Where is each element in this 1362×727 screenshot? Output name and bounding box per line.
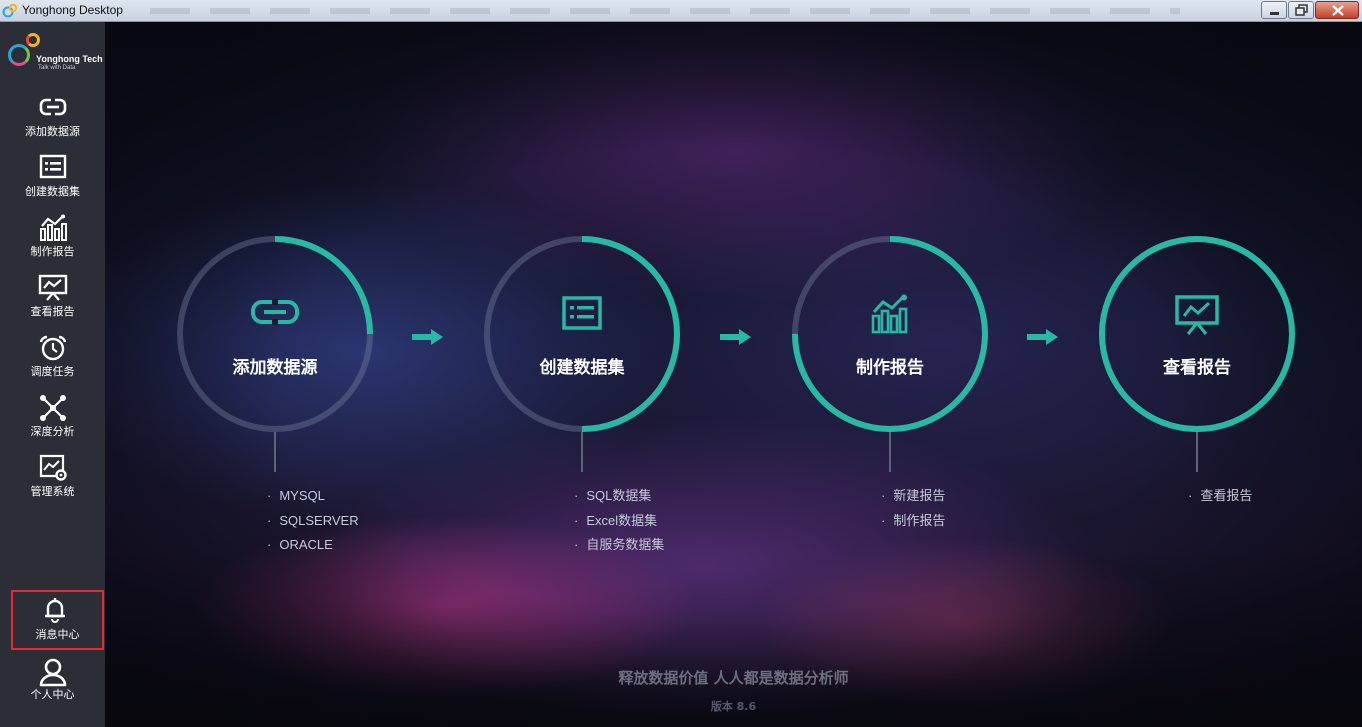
step-connector <box>889 432 891 472</box>
minimize-icon <box>1270 12 1279 15</box>
workflow-step-create-dataset[interactable]: 创建数据集 <box>482 234 682 434</box>
step-connector <box>274 432 276 472</box>
sidebar-item-label: 制作报告 <box>30 245 75 258</box>
sidebar-item-make-report[interactable]: 制作报告 <box>0 212 105 270</box>
sidebar-item-system-admin[interactable]: 管理系统 <box>0 452 105 510</box>
step-title: 创建数据集 <box>539 358 625 378</box>
welcome-stage: 添加数据源 MYSQL SQLSERVER ORACLE 创建数据集 SQL数据… <box>105 22 1362 727</box>
sidebar-item-label: 管理系统 <box>30 485 75 498</box>
sidebar-item-schedule-task[interactable]: 调度任务 <box>0 332 105 390</box>
title-bar: Yonghong Desktop <box>0 0 1362 22</box>
background-window-ghost <box>150 8 1180 14</box>
settings-monitor-icon <box>39 454 67 481</box>
sidebar-item-label: 消息中心 <box>35 628 80 641</box>
link-oracle[interactable]: ORACLE <box>267 533 359 558</box>
sidebar-item-label: 深度分析 <box>30 425 75 438</box>
maximize-button[interactable] <box>1288 1 1314 19</box>
sidebar-item-view-report[interactable]: 查看报告 <box>0 272 105 330</box>
user-icon <box>39 658 67 687</box>
link-self-service-dataset[interactable]: 自服务数据集 <box>574 533 664 558</box>
presentation-icon <box>1175 295 1219 335</box>
window-title: Yonghong Desktop <box>22 3 123 17</box>
step-progress-ring <box>177 236 373 432</box>
step-connector <box>581 432 583 472</box>
step-link-list: MYSQL SQLSERVER ORACLE <box>267 484 359 558</box>
sidebar-item-add-datasource[interactable]: 添加数据源 <box>0 92 105 150</box>
presentation-icon <box>38 274 68 301</box>
close-button[interactable] <box>1315 1 1359 19</box>
link-sql-dataset[interactable]: SQL数据集 <box>574 484 664 509</box>
sidebar-item-personal-center[interactable]: 个人中心 <box>0 655 105 713</box>
logo-ring-small-icon <box>26 33 40 47</box>
arrow-right-icon <box>1027 329 1058 345</box>
app-logo-icon <box>2 3 18 18</box>
minimize-button[interactable] <box>1261 1 1287 19</box>
step-title: 制作报告 <box>856 358 924 378</box>
sidebar: Yonghong Tech Talk with Data 添加数据源 创建数据集… <box>0 22 105 727</box>
close-icon <box>1332 5 1344 16</box>
link-icon <box>251 299 299 325</box>
alarm-clock-icon <box>39 335 67 361</box>
sidebar-item-label: 创建数据集 <box>25 185 80 198</box>
link-sqlserver[interactable]: SQLSERVER <box>267 509 358 534</box>
step-link-list: 查看报告 <box>1188 484 1252 509</box>
network-icon <box>40 395 66 421</box>
sidebar-item-deep-analysis[interactable]: 深度分析 <box>0 392 105 450</box>
bar-chart-icon <box>871 294 908 334</box>
step-link-list: SQL数据集 Excel数据集 自服务数据集 <box>574 484 664 558</box>
link-mysql[interactable]: MYSQL <box>267 484 359 509</box>
link-excel-dataset[interactable]: Excel数据集 <box>574 509 664 534</box>
restore-icon <box>1295 4 1308 16</box>
sidebar-item-create-dataset[interactable]: 创建数据集 <box>0 152 105 210</box>
step-title: 添加数据源 <box>232 358 318 378</box>
version-label: 版本 8.6 <box>710 700 757 713</box>
sidebar-item-message-center[interactable]: 消息中心 <box>11 590 104 650</box>
step-connector <box>1196 432 1198 472</box>
workflow-step-view-report[interactable]: 查看报告 <box>1097 234 1297 434</box>
bar-chart-icon <box>40 214 67 241</box>
sidebar-item-label: 查看报告 <box>30 305 75 318</box>
link-view-report[interactable]: 查看报告 <box>1188 484 1252 509</box>
yonghong-logo: Yonghong Tech Talk with Data <box>6 32 103 74</box>
logo-ring-icon <box>8 44 30 66</box>
workflow-step-add-datasource[interactable]: 添加数据源 <box>175 234 375 434</box>
bell-icon <box>45 598 65 623</box>
step-link-list: 新建报告 制作报告 <box>881 484 945 533</box>
arrow-right-icon <box>720 329 751 345</box>
workflow-step-make-report[interactable]: 制作报告 <box>790 234 990 434</box>
slogan: 释放数据价值 人人都是数据分析师 <box>618 669 849 687</box>
dataset-list-icon <box>562 296 602 330</box>
step-title: 查看报告 <box>1163 358 1231 378</box>
arrow-right-icon <box>412 329 443 345</box>
sidebar-item-label: 调度任务 <box>30 365 75 378</box>
sidebar-item-label: 添加数据源 <box>25 125 80 138</box>
link-icon <box>39 98 67 116</box>
sidebar-item-label: 个人中心 <box>30 688 75 701</box>
link-new-report[interactable]: 新建报告 <box>881 484 945 509</box>
dataset-list-icon <box>39 154 67 179</box>
link-make-report[interactable]: 制作报告 <box>881 509 945 534</box>
step-progress-ring <box>484 236 680 432</box>
